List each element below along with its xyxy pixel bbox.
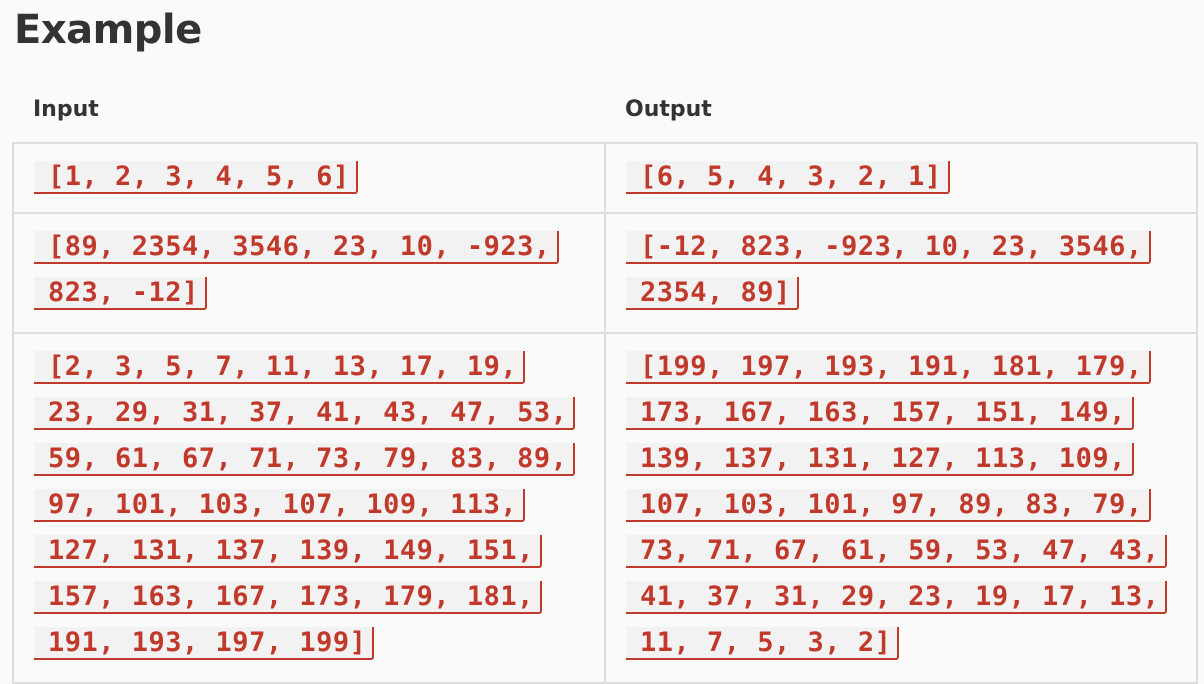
table-row: [2, 3, 5, 7, 11, 13, 17, 19, 23, 29, 31,… xyxy=(12,332,1198,684)
input-cell: [89, 2354, 3546, 23, 10, -923, 823, -12] xyxy=(12,212,606,334)
table-row: [1, 2, 3, 4, 5, 6] [6, 5, 4, 3, 2, 1] xyxy=(12,142,1198,214)
table-header: Input Output xyxy=(13,84,1197,144)
output-cell: [6, 5, 4, 3, 2, 1] xyxy=(604,142,1198,214)
output-code: [-12, 823, -923, 10, 23, 3546, 2354, 89] xyxy=(626,231,1151,310)
output-code: [6, 5, 4, 3, 2, 1] xyxy=(626,161,950,194)
input-cell: [2, 3, 5, 7, 11, 13, 17, 19, 23, 29, 31,… xyxy=(12,332,606,684)
page-title: Example xyxy=(14,7,202,53)
input-code: [2, 3, 5, 7, 11, 13, 17, 19, 23, 29, 31,… xyxy=(34,351,576,660)
input-code: [1, 2, 3, 4, 5, 6] xyxy=(34,161,358,194)
output-cell: [-12, 823, -923, 10, 23, 3546, 2354, 89] xyxy=(604,212,1198,334)
example-table: Input Output [1, 2, 3, 4, 5, 6] [6, 5, 4… xyxy=(12,84,1198,684)
input-column-header: Input xyxy=(13,84,605,144)
header-row: Input Output xyxy=(13,84,1197,144)
output-column-header: Output xyxy=(605,84,1197,144)
input-cell: [1, 2, 3, 4, 5, 6] xyxy=(12,142,606,214)
table-row: [89, 2354, 3546, 23, 10, -923, 823, -12]… xyxy=(12,212,1198,334)
output-code: [199, 197, 193, 191, 181, 179, 173, 167,… xyxy=(626,351,1168,660)
output-cell: [199, 197, 193, 191, 181, 179, 173, 167,… xyxy=(604,332,1198,684)
table-body: [1, 2, 3, 4, 5, 6] [6, 5, 4, 3, 2, 1] [8… xyxy=(12,142,1198,684)
input-code: [89, 2354, 3546, 23, 10, -923, 823, -12] xyxy=(34,231,559,310)
